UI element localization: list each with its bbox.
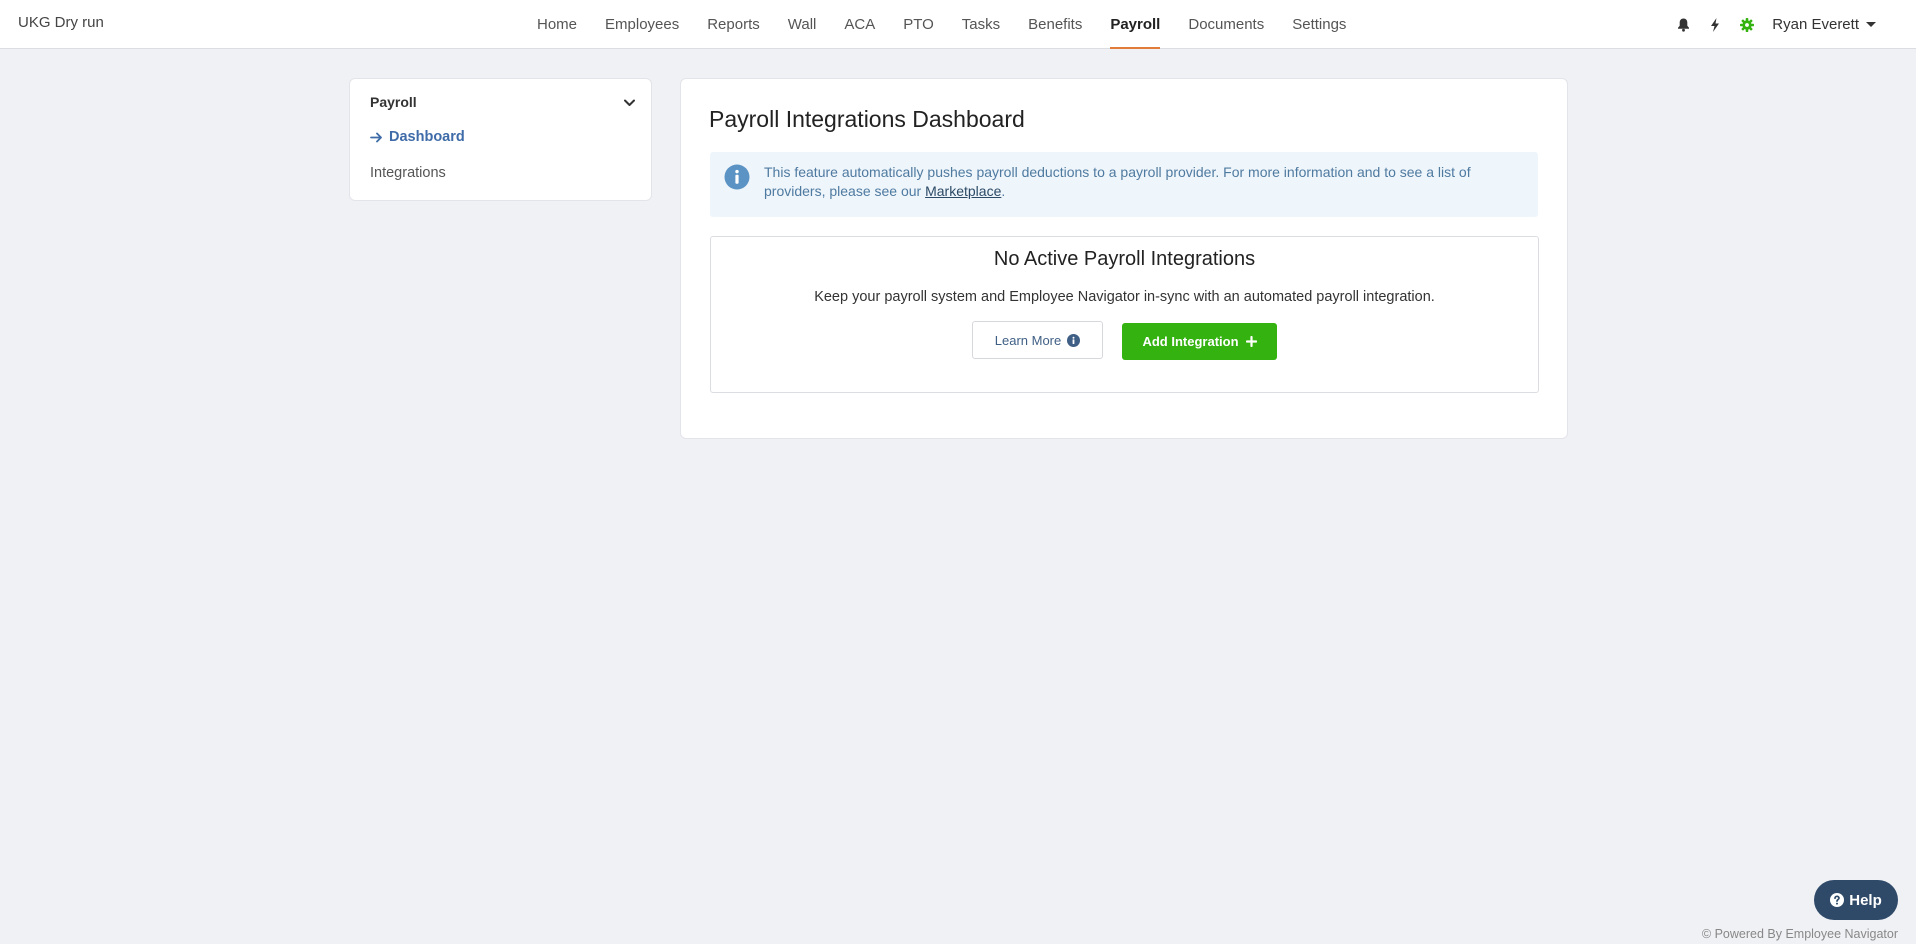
- info-message: This feature automatically pushes payrol…: [764, 163, 1524, 201]
- sidebar: Payroll Dashboard Integrations: [349, 78, 652, 201]
- learn-more-label: Learn More: [994, 332, 1062, 348]
- sidebar-item-label: Integrations: [370, 165, 446, 181]
- powered-by-footer: © Powered By Employee Navigator: [1701, 927, 1898, 941]
- caret-down-icon: [1866, 22, 1876, 27]
- sidebar-item-dashboard[interactable]: Dashboard: [370, 129, 465, 145]
- main-nav: Home Employees Reports Wall ACA PTO Task…: [537, 0, 1374, 49]
- user-name: Ryan Everett: [1772, 16, 1859, 33]
- nav-payroll[interactable]: Payroll: [1110, 0, 1161, 49]
- marketplace-link[interactable]: Marketplace: [925, 183, 1001, 199]
- main-panel: Payroll Integrations Dashboard This feat…: [680, 78, 1568, 439]
- nav-tasks[interactable]: Tasks: [962, 0, 1000, 49]
- gear-icon[interactable]: [1740, 17, 1755, 32]
- nav-aca[interactable]: ACA: [844, 0, 875, 49]
- nav-settings[interactable]: Settings: [1292, 0, 1346, 49]
- nav-reports[interactable]: Reports: [707, 0, 760, 49]
- sidebar-item-integrations[interactable]: Integrations: [370, 165, 446, 181]
- bell-icon[interactable]: [1676, 18, 1690, 32]
- page-title: Payroll Integrations Dashboard: [709, 106, 1025, 132]
- chevron-down-icon: [624, 94, 635, 110]
- nav-pto[interactable]: PTO: [903, 0, 934, 49]
- empty-state-title: No Active Payroll Integrations: [993, 248, 1256, 270]
- nav-benefits[interactable]: Benefits: [1028, 0, 1082, 49]
- company-name[interactable]: UKG Dry run: [18, 14, 104, 31]
- user-menu[interactable]: Ryan Everett: [1772, 16, 1876, 33]
- info-circle-icon: [1067, 333, 1081, 347]
- info-alert: This feature automatically pushes payrol…: [710, 152, 1538, 217]
- help-button[interactable]: Help: [1814, 880, 1898, 920]
- add-integration-label: Add Integration: [1142, 334, 1239, 349]
- learn-more-button[interactable]: Learn More: [972, 321, 1103, 359]
- sidebar-title: Payroll: [370, 94, 417, 110]
- top-right-controls: Ryan Everett: [1658, 0, 1876, 49]
- nav-wall[interactable]: Wall: [788, 0, 817, 49]
- lightning-icon[interactable]: [1708, 17, 1722, 32]
- nav-documents[interactable]: Documents: [1188, 0, 1264, 49]
- nav-employees[interactable]: Employees: [605, 0, 679, 49]
- info-text-end: .: [1001, 183, 1006, 199]
- arrow-right-icon: [370, 132, 383, 143]
- info-text: This feature automatically pushes payrol…: [764, 164, 1471, 199]
- plus-icon: [1245, 336, 1257, 347]
- sidebar-section-payroll[interactable]: Payroll: [370, 94, 635, 110]
- nav-home[interactable]: Home: [537, 0, 577, 49]
- top-navbar: UKG Dry run Home Employees Reports Wall …: [0, 0, 1916, 49]
- info-icon: [724, 164, 750, 195]
- empty-state-card: No Active Payroll Integrations Keep your…: [710, 236, 1539, 393]
- add-integration-button[interactable]: Add Integration: [1122, 323, 1277, 360]
- sidebar-item-label: Dashboard: [389, 129, 465, 145]
- question-circle-icon: [1830, 893, 1845, 907]
- empty-state-description: Keep your payroll system and Employee Na…: [814, 289, 1435, 305]
- help-label: Help: [1849, 891, 1882, 909]
